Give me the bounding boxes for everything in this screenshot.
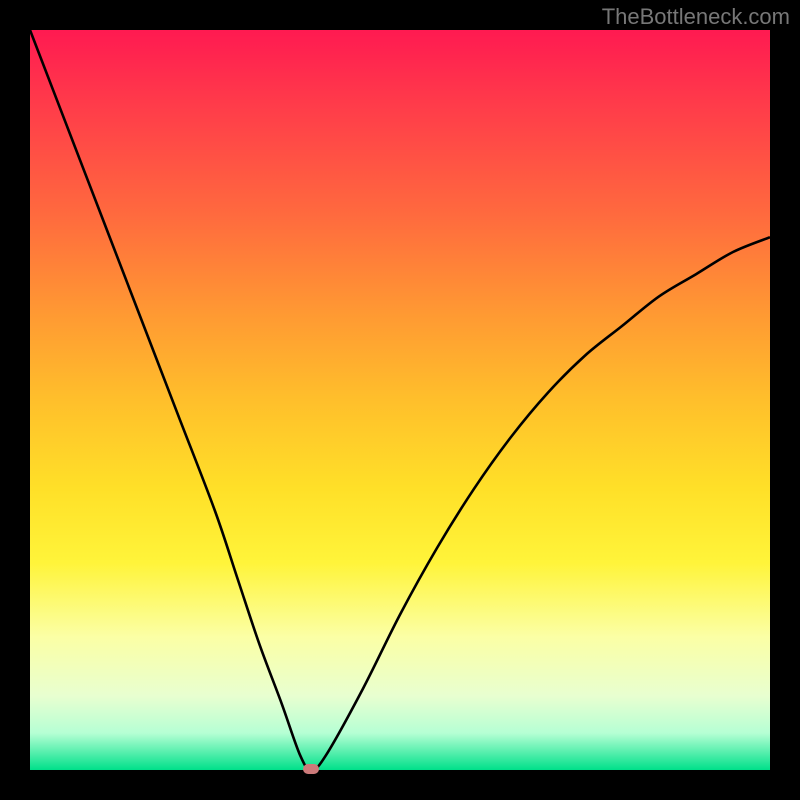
minimum-marker	[303, 764, 319, 774]
chart-container: TheBottleneck.com	[0, 0, 800, 800]
watermark-text: TheBottleneck.com	[602, 4, 790, 30]
bottleneck-curve	[30, 30, 770, 770]
plot-area	[30, 30, 770, 770]
